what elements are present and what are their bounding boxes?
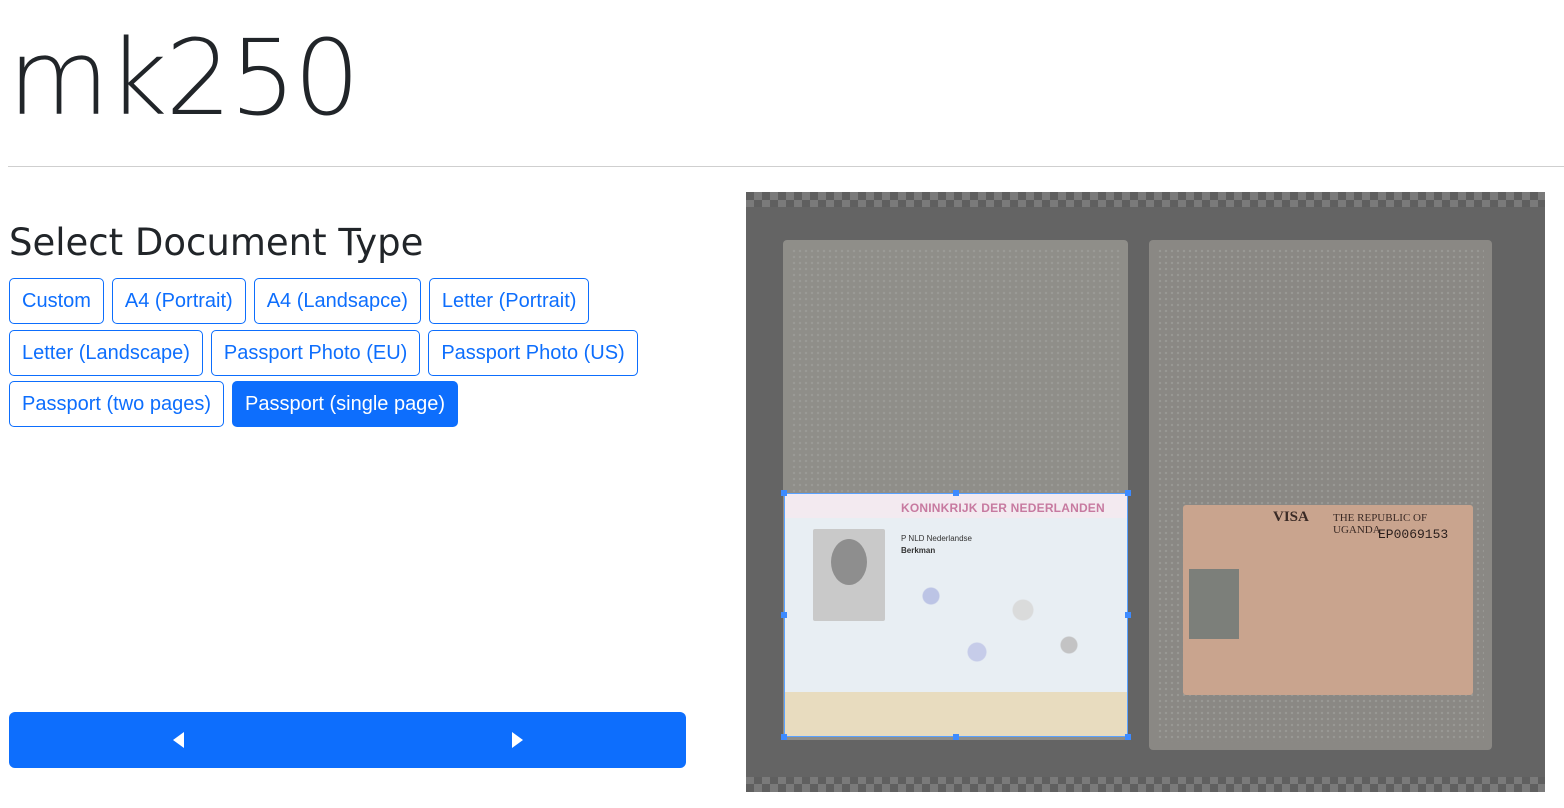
header-divider [8,166,1564,167]
crop-handle-top[interactable] [953,490,959,496]
triangle-left-icon [172,732,184,748]
doc-type-passport-single-page-button[interactable]: Passport (single page) [231,381,459,427]
crop-handle-top-right[interactable] [1125,490,1131,496]
doc-type-passport-two-pages-button[interactable]: Passport (two pages) [9,381,224,427]
triangle-right-icon [511,732,523,748]
doc-type-letter-landscape-button[interactable]: Letter (Landscape) [9,330,203,376]
previous-button[interactable] [9,712,347,768]
doc-type-row-1: Custom A4 (Portrait) A4 (Landsapce) Lett… [9,278,590,324]
crop-selection[interactable]: KONINKRIJK DER NEDERLANDEN P NLD Nederla… [781,490,1131,740]
crop-handle-bottom[interactable] [953,734,959,740]
data-page-nationality: P NLD Nederlandse [901,534,973,543]
doc-type-passport-photo-us-button[interactable]: Passport Photo (US) [428,330,638,376]
next-button[interactable] [348,712,686,768]
navigation-bar [9,712,686,768]
crop-handle-bottom-right[interactable] [1125,734,1131,740]
visa-photo [1189,569,1239,639]
doc-type-letter-portrait-button[interactable]: Letter (Portrait) [428,278,590,324]
doc-type-custom-button[interactable]: Custom [9,278,104,324]
section-title: Select Document Type [9,221,424,264]
crop-handle-left[interactable] [781,612,787,618]
doc-type-row-2: Letter (Landscape) Passport Photo (EU) P… [9,330,638,376]
mrz-area [785,692,1127,736]
doc-type-row-3: Passport (two pages) Passport (single pa… [9,381,459,427]
redacted-area [885,554,1115,694]
doc-type-passport-photo-eu-button[interactable]: Passport Photo (EU) [210,330,421,376]
crop-handle-right[interactable] [1125,612,1131,618]
visa-label: VISA [1273,509,1309,525]
doc-type-a4-landscape-button[interactable]: A4 (Landsapce) [253,278,421,324]
crop-handle-bottom-left[interactable] [781,734,787,740]
app-title: mk250 [8,17,360,139]
doc-type-a4-portrait-button[interactable]: A4 (Portrait) [111,278,246,324]
document-preview[interactable]: VISA THE REPUBLIC OF UGANDA EP0069153 KO… [746,192,1545,792]
scan-image: VISA THE REPUBLIC OF UGANDA EP0069153 KO… [746,207,1545,777]
data-page-title: KONINKRIJK DER NEDERLANDEN [901,501,1105,515]
visa-sticker: VISA THE REPUBLIC OF UGANDA EP0069153 [1183,505,1473,695]
visa-number: EP0069153 [1378,527,1449,542]
crop-handle-top-left[interactable] [781,490,787,496]
passport-photo [813,529,885,621]
